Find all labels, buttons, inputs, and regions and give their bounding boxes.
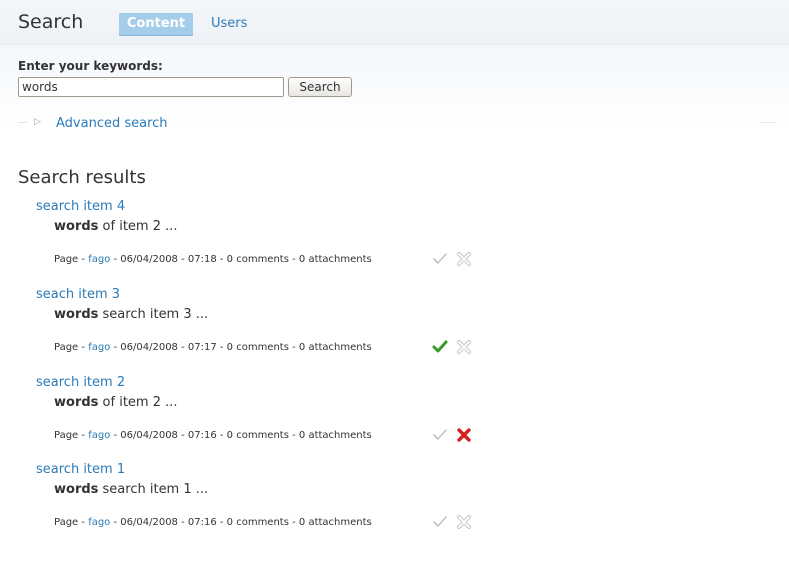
- fieldset-divider-right: [760, 122, 776, 123]
- result-snippet: words of item 2 ...: [54, 219, 178, 234]
- meta-separator: -: [216, 341, 227, 353]
- results-heading: Search results: [18, 167, 146, 188]
- result-meta: Page - fago - 06/04/2008 - 07:16 - 0 com…: [54, 430, 372, 441]
- result-type: Page: [54, 254, 79, 265]
- meta-separator: -: [288, 254, 299, 265]
- meta-separator: -: [216, 254, 227, 265]
- cross-icon[interactable]: [456, 251, 472, 267]
- result-type: Page: [54, 517, 79, 529]
- meta-separator: -: [288, 341, 299, 353]
- meta-separator: -: [110, 429, 121, 441]
- result-item: search item 1 words search item 1 ... Page…: [0, 462, 789, 548]
- meta-separator: -: [110, 341, 121, 353]
- result-date: 06/04/2008 - 07:18: [120, 254, 217, 265]
- result-meta: Page - fago - 06/04/2008 - 07:18 - 0 com…: [54, 254, 372, 265]
- snippet-keyword: words: [54, 394, 99, 410]
- result-meta: Page - fago - 06/04/2008 - 07:16 - 0 com…: [54, 517, 372, 528]
- page-header: Search Content Users: [0, 0, 789, 45]
- result-date: 06/04/2008 - 07:16: [120, 429, 217, 441]
- meta-separator: -: [110, 517, 121, 529]
- result-date: 06/04/2008 - 07:16: [120, 517, 217, 529]
- result-attachments: 0 attachments: [298, 254, 372, 265]
- result-attachments: 0 attachments: [298, 341, 372, 353]
- meta-separator: -: [288, 517, 299, 529]
- result-type: Page: [54, 429, 79, 441]
- meta-separator: -: [110, 254, 121, 265]
- result-item: search item 2 words of item 2 ... Page - f…: [0, 375, 789, 461]
- meta-separator: -: [78, 517, 89, 529]
- result-snippet: words search item 1 ...: [54, 482, 208, 497]
- search-button[interactable]: Search: [288, 77, 352, 97]
- page-title: Search: [18, 11, 84, 33]
- snippet-text: search item 3 ...: [98, 306, 209, 322]
- result-author-link[interactable]: fago: [88, 430, 110, 441]
- result-snippet: words of item 2 ...: [54, 395, 178, 410]
- snippet-text: of item 2 ...: [98, 219, 178, 234]
- triangle-right-icon[interactable]: ▷: [34, 117, 41, 127]
- check-icon[interactable]: [432, 514, 448, 530]
- cross-icon[interactable]: [456, 339, 472, 355]
- result-title-link[interactable]: search item 2: [36, 375, 125, 390]
- result-meta: Page - fago - 06/04/2008 - 07:17 - 0 com…: [54, 342, 372, 353]
- check-icon[interactable]: [432, 427, 448, 443]
- result-comments: 0 comments: [226, 517, 289, 529]
- keywords-input[interactable]: [18, 77, 284, 97]
- snippet-keyword: words: [54, 482, 99, 498]
- fieldset-divider-left: [18, 122, 28, 123]
- tab-content[interactable]: Content: [119, 13, 193, 36]
- advanced-search-link[interactable]: Advanced search: [56, 116, 168, 131]
- result-snippet: words search item 3 ...: [54, 307, 208, 322]
- snippet-text: of item 2 ...: [98, 394, 178, 410]
- result-date: 06/04/2008 - 07:17: [120, 341, 217, 353]
- result-title-link[interactable]: search item 1: [36, 462, 125, 477]
- meta-separator: -: [288, 429, 299, 441]
- result-attachments: 0 attachments: [298, 517, 372, 529]
- result-title-link[interactable]: search item 4: [36, 199, 125, 214]
- snippet-text: search item 1 ...: [98, 482, 209, 498]
- result-item: search item 4 words of item 2 ... Page - f…: [0, 199, 789, 285]
- result-comments: 0 comments: [226, 341, 289, 353]
- result-author-link[interactable]: fago: [88, 254, 110, 265]
- result-comments: 0 comments: [226, 254, 289, 265]
- snippet-keyword: words: [54, 219, 99, 234]
- meta-separator: -: [78, 341, 89, 353]
- cross-icon[interactable]: [456, 427, 472, 443]
- result-comments: 0 comments: [226, 429, 289, 441]
- meta-separator: -: [78, 429, 89, 441]
- meta-separator: -: [216, 429, 227, 441]
- check-icon[interactable]: [432, 251, 448, 267]
- result-item: seach item 3 words search item 3 ... Page …: [0, 287, 789, 373]
- result-author-link[interactable]: fago: [88, 517, 110, 528]
- tab-users[interactable]: Users: [211, 13, 247, 35]
- result-type: Page: [54, 341, 79, 353]
- cross-icon[interactable]: [456, 514, 472, 530]
- meta-separator: -: [216, 517, 227, 529]
- result-title-link[interactable]: seach item 3: [36, 287, 120, 302]
- result-author-link[interactable]: fago: [88, 342, 110, 353]
- result-attachments: 0 attachments: [298, 429, 372, 441]
- keywords-label: Enter your keywords:: [18, 59, 163, 73]
- check-icon[interactable]: [432, 339, 448, 355]
- snippet-keyword: words: [54, 306, 99, 322]
- meta-separator: -: [78, 254, 89, 265]
